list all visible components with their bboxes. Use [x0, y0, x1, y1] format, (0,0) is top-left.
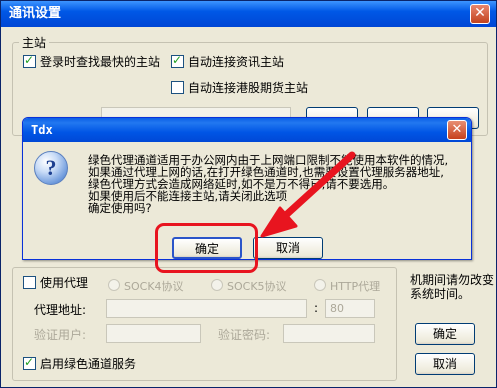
- red-arrow-icon: [260, 151, 356, 238]
